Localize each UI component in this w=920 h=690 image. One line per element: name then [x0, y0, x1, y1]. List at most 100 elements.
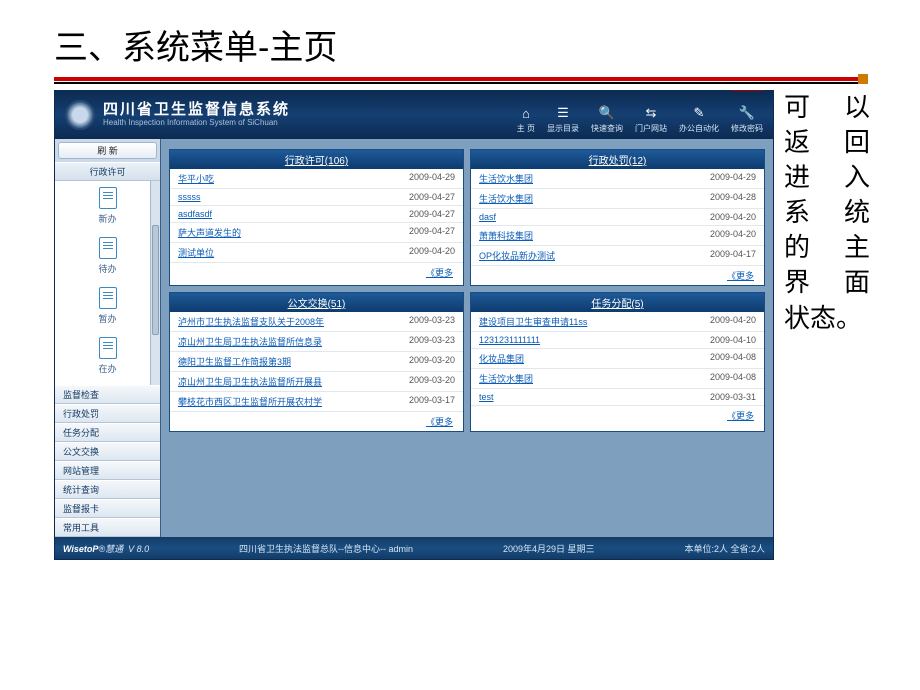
panel-penalty-head[interactable]: 行政处罚(12) [471, 150, 764, 169]
wrench-icon: 🔧 [739, 105, 755, 121]
item-link[interactable]: 测试单位 [178, 246, 214, 259]
item-link[interactable]: 攀枝花市西区卫生监督所开展农村学 [178, 395, 322, 408]
list-item: OP化妆品新办测试2009-04-17 [471, 246, 764, 266]
more-link[interactable]: 《更多 [426, 417, 453, 427]
item-date: 2009-04-27 [409, 192, 455, 202]
list-item: 生活饮水集团 2009-04-29 [471, 169, 764, 189]
item-date: 2009-04-20 [710, 229, 756, 242]
item-date: 2009-04-29 [409, 172, 455, 185]
more-link[interactable]: 《更多 [727, 271, 754, 281]
logo-icon [65, 100, 95, 130]
sidebar-item-website[interactable]: 网站管理 [55, 461, 160, 480]
list-item: 建设项目卫生审查申请11ss2009-04-20 [471, 312, 764, 332]
item-link[interactable]: 萨大声道发生的 [178, 226, 241, 239]
list-item: test 2009-03-31 [471, 389, 764, 406]
more-link[interactable]: 《更多 [426, 268, 453, 278]
sidebar-scrollbar[interactable] [150, 181, 160, 385]
panel-tasks: 任务分配(5) 建设项目卫生审查申请11ss2009-04-20 1231231… [470, 292, 765, 432]
edit-icon: ✎ [691, 105, 707, 121]
item-link[interactable]: 1231231111111 [479, 335, 540, 345]
footer-stats: 本单位:2人 全省:2人 [684, 542, 765, 555]
document-icon [99, 237, 117, 259]
toolbar-password[interactable]: 🔧修改密码 [731, 105, 763, 134]
panel-license-head[interactable]: 行政许可(106) [170, 150, 463, 169]
panel-more: 《更多 [170, 412, 463, 431]
sidebar-doc-paused[interactable]: 暂办 [55, 281, 160, 331]
refresh-button[interactable]: 刷 新 [58, 142, 157, 159]
item-link[interactable]: dasf [479, 212, 496, 222]
sidebar-item-docs[interactable]: 公文交换 [55, 442, 160, 461]
sidebar-doc-new[interactable]: 新办 [55, 181, 160, 231]
item-link[interactable]: 凉山州卫生局卫生执法监督所开展县 [178, 375, 322, 388]
list-item: 凉山州卫生局卫生执法监督所信息录 2009-03-23 [170, 332, 463, 352]
toolbar-catalog[interactable]: ☰显示目录 [547, 105, 579, 134]
toolbar-home[interactable]: ⌂主 页 [517, 105, 535, 134]
panel-penalty: 行政处罚(12) 生活饮水集团2009-04-29 生活饮水集团2009-04-… [470, 149, 765, 286]
title-underline [54, 77, 866, 84]
item-link[interactable]: 化妆品集团 [479, 352, 524, 365]
sidebar-item-penalty[interactable]: 行政处罚 [55, 404, 160, 423]
sidebar-item-tools[interactable]: 常用工具 [55, 518, 160, 537]
toolbar-portal[interactable]: ⇆门户网站 [635, 105, 667, 134]
item-link[interactable]: 生活饮水集团 [479, 192, 533, 205]
sidebar-item-stats[interactable]: 统计查询 [55, 480, 160, 499]
sidebar-menu: 监督检查 行政处罚 任务分配 公文交换 网站管理 统计查询 监督报卡 常用工具 [55, 385, 160, 537]
list-item: sssss 2009-04-27 [170, 189, 463, 206]
item-date: 2009-03-17 [409, 395, 455, 408]
panel-docexchange-head[interactable]: 公文交换(51) [170, 293, 463, 312]
panel-tasks-head[interactable]: 任务分配(5) [471, 293, 764, 312]
sidebar-item-inspection[interactable]: 监督检查 [55, 385, 160, 404]
item-link[interactable]: 泸州市卫生执法监督支队关于2008年 [178, 315, 324, 328]
panel-more: 《更多 [471, 266, 764, 285]
toolbar-search[interactable]: 🔍快速查询 [591, 105, 623, 134]
document-icon [99, 337, 117, 359]
toolbar: ⌂主 页 ☰显示目录 🔍快速查询 ⇆门户网站 ✎办公自动化 🔧修改密码 [517, 105, 763, 134]
item-link[interactable]: 凉山州卫生局卫生执法监督所信息录 [178, 335, 322, 348]
scroll-thumb[interactable] [152, 225, 159, 335]
search-icon: 🔍 [599, 105, 615, 121]
app-header: 四川省卫生监督信息系统 Health Inspection Informatio… [55, 91, 773, 139]
list-item: 生活饮水集团2009-04-28 [471, 189, 764, 209]
item-link[interactable]: test [479, 392, 494, 402]
item-link[interactable]: asdfasdf [178, 209, 212, 219]
item-date: 2009-04-08 [710, 372, 756, 385]
sidebar: 刷 新 行政许可 新办 待办 暂办 在办 监督检查 行政处罚 任务分配 公文交换… [55, 139, 161, 537]
item-date: 2009-04-29 [710, 172, 756, 185]
item-link[interactable]: 华平小吃 [178, 172, 214, 185]
item-link[interactable]: sssss [178, 192, 201, 202]
item-link[interactable]: 生活饮水集团 [479, 172, 533, 185]
panel-more: 《更多 [471, 406, 764, 425]
slide-title: 三、系统菜单-主页 [0, 0, 920, 77]
list-item: 凉山州卫生局卫生执法监督所开展县 2009-03-20 [170, 372, 463, 392]
item-date: 2009-03-31 [710, 392, 756, 402]
sidebar-item-task[interactable]: 任务分配 [55, 423, 160, 442]
more-link[interactable]: 《更多 [727, 411, 754, 421]
sidebar-item-report[interactable]: 监督报卡 [55, 499, 160, 518]
item-link[interactable]: OP化妆品新办测试 [479, 249, 555, 262]
toolbar-oa[interactable]: ✎办公自动化 [679, 105, 719, 134]
document-icon [99, 287, 117, 309]
list-item: 德阳卫生监督工作简报第3期2009-03-20 [170, 352, 463, 372]
item-link[interactable]: 建设项目卫生审查申请11ss [479, 315, 587, 328]
sidebar-doc-pending[interactable]: 待办 [55, 231, 160, 281]
item-link[interactable]: 生活饮水集团 [479, 372, 533, 385]
list-item: 泸州市卫生执法监督支队关于2008年2009-03-23 [170, 312, 463, 332]
list-item: 生活饮水集团 2009-04-08 [471, 369, 764, 389]
item-date: 2009-04-20 [409, 246, 455, 259]
list-item: 化妆品集团2009-04-08 [471, 349, 764, 369]
sidebar-doc-processing[interactable]: 在办 [55, 331, 160, 381]
sidebar-section-head[interactable]: 行政许可 [55, 162, 160, 181]
item-date: 2009-03-23 [409, 335, 455, 348]
app-title-en: Health Inspection Information System of … [103, 119, 290, 128]
list-item: 测试单位 2009-04-20 [170, 243, 463, 263]
footer-brand: WisetoP®慧通 V 8.0 [63, 542, 149, 555]
list-icon: ☰ [555, 105, 571, 121]
list-item: 12312311111112009-04-10 [471, 332, 764, 349]
item-link[interactable]: 萧萧科技集团 [479, 229, 533, 242]
panel-more: 《更多 [170, 263, 463, 282]
item-date: 2009-03-20 [409, 375, 455, 388]
app-screenshot: 退出 四川省卫生监督信息系统 Health Inspection Informa… [54, 90, 774, 560]
item-link[interactable]: 德阳卫生监督工作简报第3期 [178, 355, 291, 368]
panel-license: 行政许可(106) 华平小吃 2009-04-29 sssss 2009-04-27… [169, 149, 464, 286]
main-area: 行政许可(106) 华平小吃 2009-04-29 sssss 2009-04-27… [161, 139, 773, 537]
